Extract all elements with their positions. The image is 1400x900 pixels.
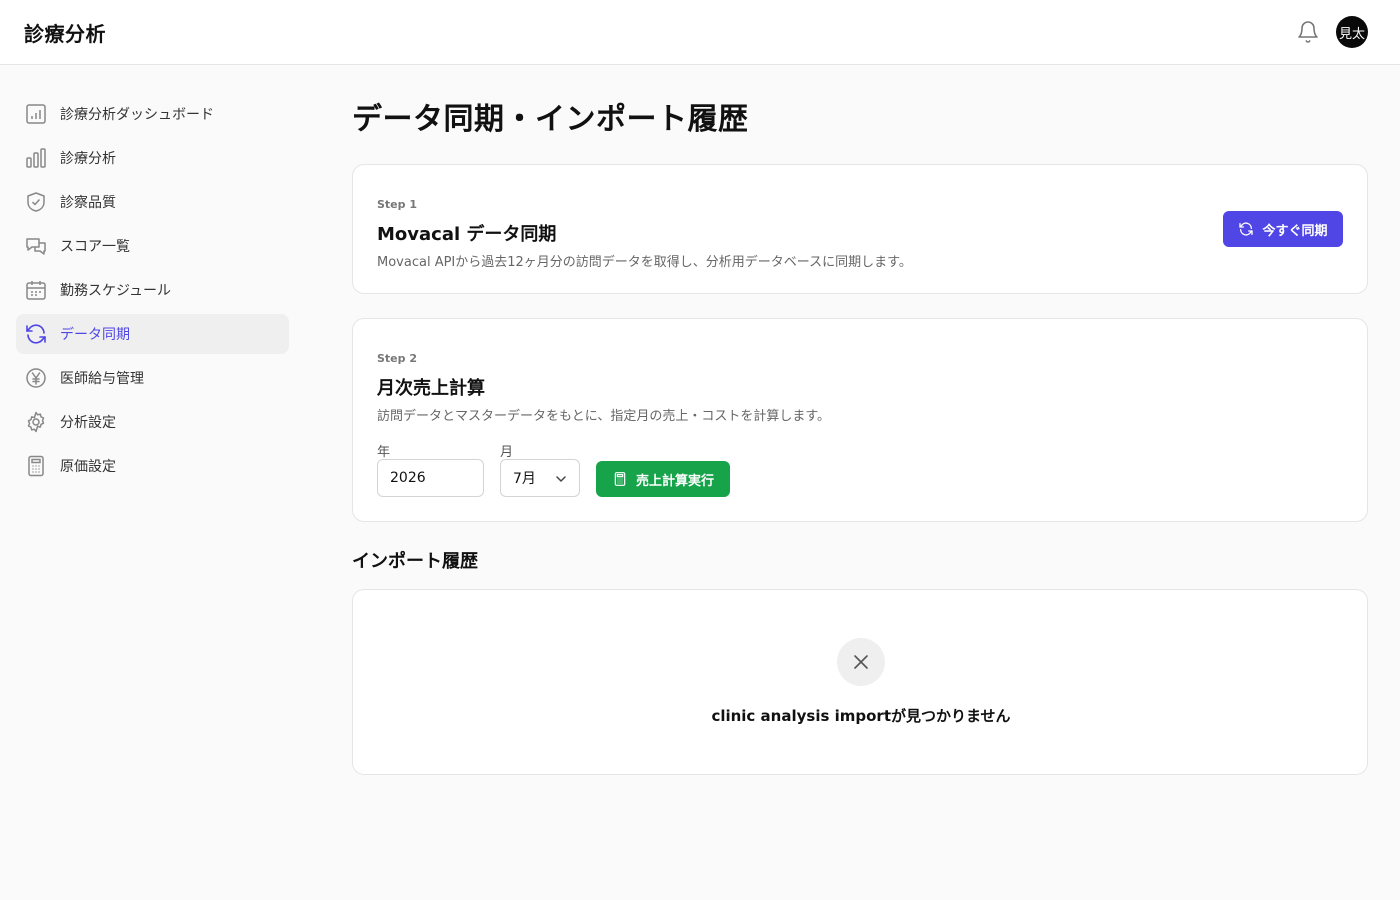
sidebar-item-label: 診察品質 [60,195,116,211]
sync-now-label: 今すぐ同期 [1262,223,1328,239]
sidebar-item-label: 医師給与管理 [60,371,144,387]
avatar[interactable]: 見太 [1336,16,1368,48]
import-history-card: clinic analysis importが見つかりません [352,589,1368,775]
sidebar-item-label: スコア一覧 [60,239,130,255]
step-description: Movacal APIから過去12ヶ月分の訪問データを取得し、分析用データベース… [377,255,912,270]
top-header: 診療分析 見太 [0,0,1400,65]
calculator-icon [612,471,628,487]
sync-now-button[interactable]: 今すぐ同期 [1223,211,1343,247]
sync-card: Step 1 Movacal データ同期 Movacal APIから過去12ヶ月… [352,164,1368,294]
run-revenue-calc-button[interactable]: 売上計算実行 [596,461,730,497]
calendar-icon [24,278,48,302]
bar-chart-square-icon [24,102,48,126]
sidebar-item-dashboard[interactable]: 診療分析ダッシュボード [16,94,289,134]
sidebar-item-label: 原価設定 [60,459,116,475]
sidebar-item-label: データ同期 [60,327,130,343]
sidebar-item-schedule[interactable]: 勤務スケジュール [16,270,289,310]
sidebar-item-cost[interactable]: 原価設定 [16,446,289,486]
bar-chart-icon [24,146,48,170]
sidebar-item-analysis[interactable]: 診療分析 [16,138,289,178]
yen-circle-icon [24,366,48,390]
sidebar-item-label: 診療分析ダッシュボード [60,107,214,123]
sidebar: 診療分析ダッシュボード 診療分析 診察品質 スコア一覧 勤務スケジュール データ… [16,94,289,490]
month-select-value: 7月 [513,471,536,487]
chat-bubbles-icon [24,234,48,258]
step-title: 月次売上計算 [377,378,485,399]
chevron-down-icon [553,471,569,487]
sidebar-item-quality[interactable]: 診察品質 [16,182,289,222]
month-select[interactable]: 7月 [500,459,580,497]
sidebar-item-settings[interactable]: 分析設定 [16,402,289,442]
app-title: 診療分析 [24,22,106,46]
bell-icon[interactable] [1296,20,1320,44]
revenue-calc-card: Step 2 月次売上計算 訪問データとマスターデータをもとに、指定月の売上・コ… [352,318,1368,522]
step-title: Movacal データ同期 [377,224,557,245]
run-revenue-calc-label: 売上計算実行 [635,473,714,489]
sidebar-item-label: 分析設定 [60,415,116,431]
month-label: 月 [500,445,514,460]
calculator-icon [24,454,48,478]
refresh-icon [24,322,48,346]
sidebar-item-label: 診療分析 [60,151,116,167]
gear-icon [24,410,48,434]
x-icon [837,638,885,686]
empty-state-message: clinic analysis importが見つかりません [711,707,1011,725]
year-input[interactable] [377,459,484,497]
shield-check-icon [24,190,48,214]
sidebar-item-label: 勤務スケジュール [60,283,172,299]
year-label: 年 [377,445,391,460]
sidebar-item-data-sync[interactable]: データ同期 [16,314,289,354]
sidebar-item-salary[interactable]: 医師給与管理 [16,358,289,398]
step-label: Step 1 [377,198,417,211]
refresh-icon [1238,221,1254,237]
step-description: 訪問データとマスターデータをもとに、指定月の売上・コストを計算します。 [377,409,831,424]
sidebar-item-scores[interactable]: スコア一覧 [16,226,289,266]
import-history-title: インポート履歴 [352,551,478,572]
step-label: Step 2 [377,352,417,365]
page-title: データ同期・インポート履歴 [352,102,749,137]
